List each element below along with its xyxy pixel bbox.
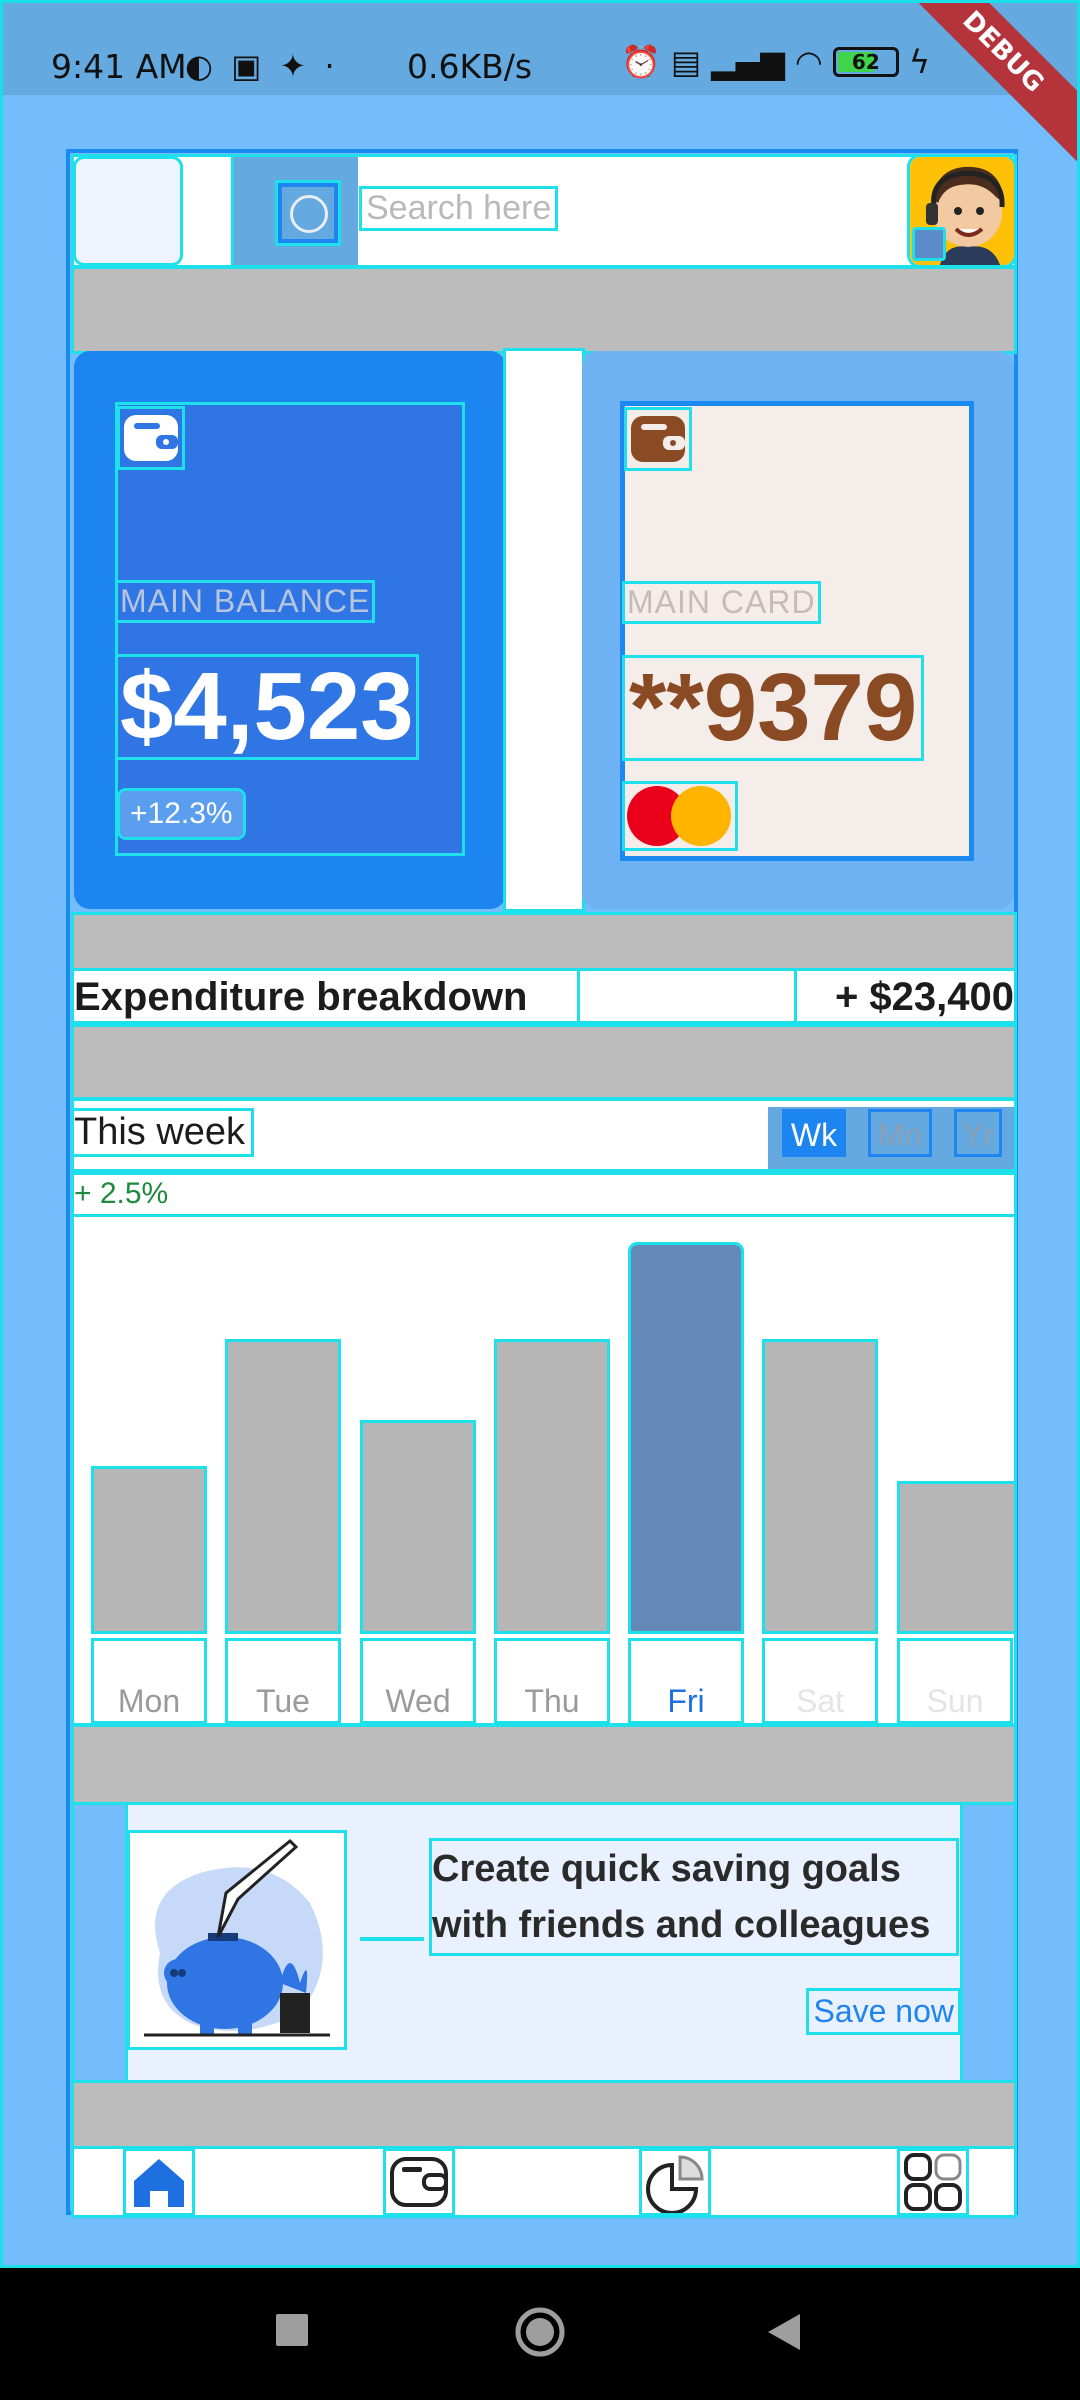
main-card-content: MAIN CARD **9379 [620,401,974,861]
alarm-icon: ⏰ [621,43,661,81]
status-time: 9:41 AM [51,47,187,86]
tab-month[interactable]: Mn [868,1109,932,1157]
bar-wed[interactable] [360,1419,476,1634]
search-button[interactable] [234,157,358,265]
main-balance-label: MAIN BALANCE [114,580,376,623]
period-label: This week [70,1108,255,1157]
search-input[interactable]: Search here [358,186,559,231]
day-label-sat[interactable]: Sat [762,1638,878,1724]
card-number: **9379 [621,655,925,761]
promo-title: Create quick saving goals with friends a… [429,1838,959,1956]
home-button-icon[interactable] [514,2306,566,2358]
nav-more[interactable] [897,2148,969,2216]
day-label-tue[interactable]: Tue [225,1638,341,1724]
expenditure-chart: Mon Tue Wed Thu Fri Sat Sun [71,1214,1017,1726]
wallet-icon [624,407,692,471]
main-card-label: MAIN CARD [622,581,821,624]
change-row: + 2.5% [71,1172,1017,1218]
bar-fri[interactable] [628,1242,744,1634]
wallet-icon [390,2157,448,2207]
nav-home[interactable] [123,2148,195,2216]
expenditure-title: Expenditure breakdown [74,975,528,1019]
app-screen: 9:41 AM ◐ ▣ ✦ · 0.6KB/s ⏰ ▤ ▂▄▆ ◠ 62 ϟ D… [0,0,1080,2268]
spacer-2 [71,912,1017,972]
mastercard-icon [622,781,738,851]
day-label-mon[interactable]: Mon [91,1638,207,1724]
weekly-change: + 2.5% [74,1177,169,1210]
bar-mon[interactable] [91,1465,207,1634]
app-frame: Search here MAIN BALANCE $4,523 +12.3% M… [66,149,1018,2218]
volte-icon: ▤ [670,43,702,81]
spacer-4 [71,1724,1017,1806]
nav-stats[interactable] [639,2148,711,2216]
main-balance-amount: $4,523 [115,653,419,760]
tab-week[interactable]: Wk [782,1109,846,1157]
wallet-icon [117,406,185,470]
spacer-5 [71,2080,1017,2150]
bar-sat[interactable] [762,1338,878,1634]
savings-promo: Create quick saving goals with friends a… [71,1802,1017,2084]
search-icon [275,180,341,246]
system-icons: ⏰ ▤ ▂▄▆ ◠ 62 ϟ [621,43,930,81]
recents-icon[interactable] [274,2312,310,2348]
promo-card[interactable]: Create quick saving goals with friends a… [125,1802,963,2084]
bar-sun[interactable] [897,1481,1017,1634]
spacer-1 [71,266,1017,354]
notification-icons: ◐ ▣ ✦ · [185,47,339,85]
grid-icon [904,2153,962,2211]
save-now-button[interactable]: Save now [806,1988,961,2035]
system-navigation-bar [0,2268,1080,2400]
piggy-bank-illustration [127,1830,347,2050]
pie-chart-icon [646,2155,704,2215]
day-label-wed[interactable]: Wed [360,1638,476,1724]
header: Search here [71,154,1017,268]
bar-tue[interactable] [225,1338,341,1634]
home-icon [134,2159,184,2207]
battery-icon: 62 [832,47,899,77]
bottom-nav [71,2146,1017,2218]
nav-wallet[interactable] [383,2148,455,2216]
expenditure-header: Expenditure breakdown + $23,400 [71,968,1017,1024]
day-label-thu[interactable]: Thu [494,1638,610,1724]
main-balance-card[interactable]: MAIN BALANCE $4,523 +12.3% [74,351,506,909]
spacer-3 [71,1024,1017,1100]
balance-change-badge: +12.3% [117,788,246,840]
signal-icon: ▂▄▆ [711,43,785,81]
day-label-fri[interactable]: Fri [628,1638,744,1724]
status-indicator [912,227,946,261]
promo-divider [360,1937,424,1941]
day-label-sun[interactable]: Sun [897,1638,1013,1724]
tab-year[interactable]: Yr [954,1109,1002,1157]
charging-icon: ϟ [908,43,930,81]
header-leading [73,156,183,266]
expenditure-total: + $23,400 [834,975,1014,1019]
network-speed: 0.6KB/s [407,47,533,86]
balance-card-content: MAIN BALANCE $4,523 +12.3% [114,402,465,856]
main-card[interactable]: MAIN CARD **9379 [582,351,1014,909]
expenditure-spacer [577,968,797,1024]
avatar[interactable] [907,154,1017,268]
wifi-icon: ◠ [794,43,823,81]
bar-thu[interactable] [494,1338,610,1634]
back-icon[interactable] [764,2312,804,2352]
period-row: This week Wk Mn Yr [70,1098,1017,1172]
status-bar: 9:41 AM ◐ ▣ ✦ · 0.6KB/s ⏰ ▤ ▂▄▆ ◠ 62 ϟ D… [3,3,1077,176]
card-gap [503,348,585,912]
